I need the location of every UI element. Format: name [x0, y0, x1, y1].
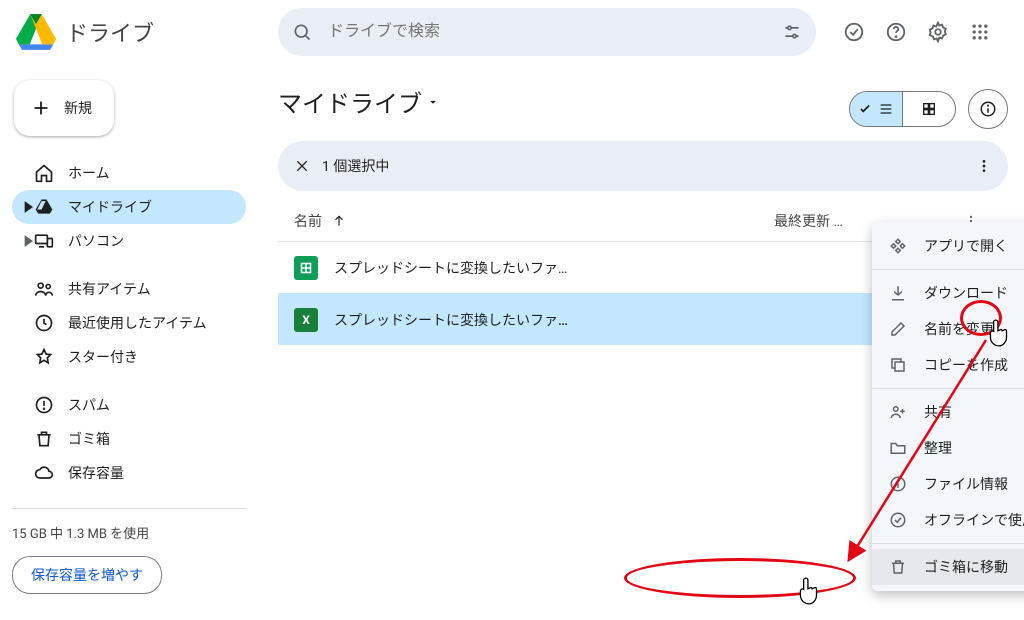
nav-label: パソコン	[68, 231, 124, 251]
nav-label: 共有アイテム	[68, 279, 151, 299]
caret-down-icon	[426, 95, 440, 109]
nav-home[interactable]: ホーム	[12, 156, 246, 190]
download-icon	[888, 283, 908, 303]
menu-organize[interactable]: 整理	[872, 430, 1024, 466]
sort-asc-icon[interactable]	[332, 214, 346, 228]
search-icon	[292, 22, 312, 42]
trash-icon	[34, 429, 54, 449]
rename-icon	[888, 319, 908, 339]
excel-file-icon: X	[294, 308, 318, 332]
ready-offline-icon[interactable]	[834, 12, 874, 52]
grid-view-button[interactable]	[903, 92, 955, 126]
menu-rename[interactable]: 名前を変更	[872, 311, 1024, 347]
nav-label: スパム	[68, 395, 110, 415]
nav-storage[interactable]: 保存容量	[12, 456, 246, 490]
nav-label: 保存容量	[68, 463, 124, 483]
page-title[interactable]: マイドライブ	[278, 84, 440, 119]
star-icon	[34, 347, 54, 367]
product-name: ドライブ	[66, 16, 154, 48]
sheets-file-icon	[294, 256, 318, 280]
drive-logo-icon	[16, 12, 56, 52]
clock-icon	[34, 313, 54, 333]
selection-count: 1 個選択中	[322, 156, 964, 176]
trash-icon	[888, 557, 908, 577]
selection-bar: 1 個選択中	[278, 141, 1008, 191]
chevron-right-icon	[18, 197, 38, 217]
list-view-button[interactable]	[850, 92, 902, 126]
menu-label: 名前を変更	[924, 319, 1024, 339]
view-toggle	[849, 91, 956, 127]
menu-download[interactable]: ダウンロード	[872, 275, 1024, 311]
nav-computers[interactable]: パソコン	[12, 224, 246, 258]
menu-make-copy[interactable]: コピーを作成 Ctrl+C Ctrl+V	[872, 347, 1024, 383]
nav-spam[interactable]: スパム	[12, 388, 246, 422]
nav-label: マイドライブ	[68, 197, 152, 217]
menu-label: 共有	[924, 402, 1024, 422]
folder-icon	[888, 438, 908, 458]
selection-more-icon[interactable]	[976, 158, 992, 174]
new-button-label: 新規	[64, 98, 92, 118]
info-icon	[888, 474, 908, 494]
page-title-label: マイドライブ	[278, 84, 422, 119]
nav-label: ゴミ箱	[68, 429, 110, 449]
menu-share[interactable]: 共有	[872, 394, 1024, 430]
people-icon	[34, 279, 54, 299]
menu-move-to-trash[interactable]: ゴミ箱に移動	[872, 549, 1024, 585]
search-input[interactable]	[326, 22, 768, 42]
buy-storage-button[interactable]: 保存容量を増やす	[12, 556, 162, 594]
col-name-label[interactable]: 名前	[294, 211, 322, 231]
support-icon[interactable]	[876, 12, 916, 52]
menu-label: ゴミ箱に移動	[924, 557, 1024, 577]
menu-label: ダウンロード	[924, 283, 1024, 303]
nav-starred[interactable]: スター付き	[12, 340, 246, 374]
menu-label: オフラインで使用可能にする	[924, 510, 1024, 530]
sidebar: 新規 ホーム マイドライブ パソコン 共有アイテム	[0, 64, 258, 620]
context-menu: アプリで開く ダウンロード 名前を変更 コピーを作成 Ctrl+C Ctrl+V…	[872, 222, 1024, 591]
menu-offline[interactable]: オフラインで使用可能にする	[872, 502, 1024, 538]
home-icon	[34, 163, 54, 183]
spam-icon	[34, 395, 54, 415]
nav-trash[interactable]: ゴミ箱	[12, 422, 246, 456]
menu-label: アプリで開く	[924, 236, 1024, 256]
nav-label: 最近使用したアイテム	[68, 313, 207, 333]
nav-recent[interactable]: 最近使用したアイテム	[12, 306, 246, 340]
close-selection-icon[interactable]	[294, 158, 310, 174]
top-bar: ドライブ	[0, 0, 1024, 64]
offline-icon	[888, 510, 908, 530]
share-icon	[888, 402, 908, 422]
storage-usage: 15 GB 中 1.3 MB を使用	[12, 508, 246, 542]
nav-label: ホーム	[68, 163, 110, 183]
nav-shared[interactable]: 共有アイテム	[12, 272, 246, 306]
main: マイドライブ	[258, 64, 1024, 620]
search-options-icon[interactable]	[782, 22, 802, 42]
copy-icon	[888, 355, 908, 375]
menu-open-with[interactable]: アプリで開く	[872, 228, 1024, 264]
menu-label: ファイル情報	[924, 474, 1024, 494]
menu-label: 整理	[924, 438, 1024, 458]
menu-file-info[interactable]: ファイル情報	[872, 466, 1024, 502]
apps-icon[interactable]	[960, 12, 1000, 52]
settings-icon[interactable]	[918, 12, 958, 52]
file-name: スプレッドシートに変換したいファ…	[334, 258, 964, 278]
cloud-icon	[34, 463, 54, 483]
file-name: スプレッドシートに変換したいファ…	[334, 310, 964, 330]
top-icons	[834, 12, 1000, 52]
menu-label: コピーを作成	[924, 355, 1024, 375]
search-bar[interactable]	[278, 8, 816, 56]
plus-icon	[30, 97, 52, 119]
chevron-right-icon	[18, 231, 38, 251]
details-icon[interactable]	[968, 89, 1008, 129]
nav-label: スター付き	[68, 347, 138, 367]
nav-mydrive[interactable]: マイドライブ	[12, 190, 246, 224]
logo-area: ドライブ	[12, 12, 270, 52]
new-button[interactable]: 新規	[14, 80, 114, 136]
open-with-icon	[888, 236, 908, 256]
